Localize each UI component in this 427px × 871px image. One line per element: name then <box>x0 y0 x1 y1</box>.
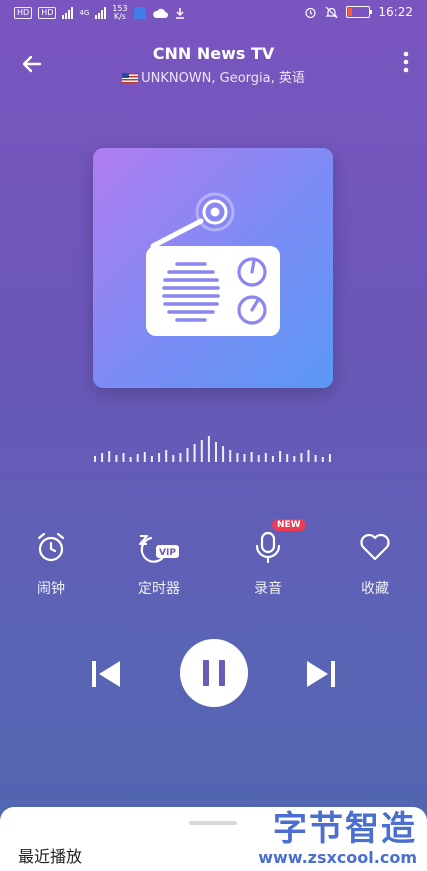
recent-plays-title: 最近播放 <box>18 847 83 866</box>
watermark-text: 字节智造 <box>273 809 417 849</box>
cloud-icon <box>152 8 168 18</box>
waveform-bar <box>108 451 111 462</box>
waveform-bar <box>321 457 324 462</box>
heart-icon <box>360 533 390 561</box>
waveform-bar <box>193 444 196 462</box>
waveform-bar <box>179 453 182 462</box>
waveform-bar <box>300 453 303 462</box>
waveform-bar <box>293 456 296 462</box>
waveform-bar <box>186 448 189 462</box>
waveform-bar <box>94 456 96 462</box>
network-speed: 153 K/s <box>112 5 127 21</box>
waveform-bar <box>207 436 210 462</box>
waveform-bar <box>101 453 104 462</box>
waveform-bar <box>307 450 310 462</box>
playback-controls <box>0 638 427 708</box>
waveform-bar <box>158 453 161 462</box>
waveform-bar <box>229 450 232 462</box>
us-flag-icon <box>122 73 139 83</box>
sleep-timer-vip-icon: VIP <box>139 535 179 563</box>
waveform-bar <box>150 456 153 462</box>
battery-icon <box>346 6 373 18</box>
waveform-bar <box>129 457 132 462</box>
waveform-bar <box>143 452 146 462</box>
pause-icon <box>203 660 209 686</box>
waveform-bar <box>243 454 246 462</box>
waveform-bar <box>115 455 118 462</box>
waveform-bar <box>314 455 317 462</box>
audio-waveform <box>94 436 331 462</box>
waveform-bar <box>279 451 282 462</box>
waveform-bar <box>222 446 225 462</box>
record-label: 录音 <box>254 581 282 597</box>
alarm-label: 闹钟 <box>37 581 65 597</box>
new-badge: NEW <box>272 519 306 531</box>
previous-track-icon[interactable] <box>88 656 124 692</box>
hd-badge: HD <box>14 7 33 19</box>
waveform-bar <box>122 453 125 462</box>
waveform-bar <box>165 450 168 462</box>
alarm-clock-icon <box>37 532 65 562</box>
signal-icon-2 <box>95 7 107 19</box>
favorite-button[interactable]: 收藏 <box>335 530 415 598</box>
waveform-bar <box>236 453 239 462</box>
signal-icon <box>62 7 74 19</box>
status-time: 16:22 <box>378 5 413 19</box>
status-bar: HD HD 4G 153 K/s 16:22 <box>0 0 427 26</box>
vip-badge: VIP <box>159 548 176 558</box>
sleep-timer-button[interactable]: VIP 定时器 <box>119 530 199 598</box>
hd-badge-2: HD <box>38 7 57 19</box>
waveform-bar <box>200 440 203 462</box>
download-icon <box>175 8 184 19</box>
alarm-button[interactable]: 闹钟 <box>11 530 91 598</box>
mute-icon <box>325 6 338 18</box>
alarm-status-icon <box>305 7 317 18</box>
watermark-url: www.zsxcool.com <box>258 848 417 867</box>
waveform-bar <box>257 455 260 462</box>
app-notification-icon <box>133 7 146 19</box>
top-bar: CNN News TV UNKNOWN, Georgia, 英语 <box>0 40 427 90</box>
record-button[interactable]: NEW 录音 <box>228 519 308 598</box>
waveform-bar <box>215 442 217 462</box>
network-type-label: 4G <box>79 9 90 17</box>
pause-button[interactable] <box>180 639 248 707</box>
waveform-bar <box>172 455 175 462</box>
radio-icon <box>146 192 280 336</box>
waveform-bar <box>328 454 331 462</box>
next-track-icon[interactable] <box>303 656 339 692</box>
favorite-label: 收藏 <box>361 581 389 597</box>
timer-label: 定时器 <box>138 581 180 597</box>
station-title: CNN News TV <box>152 44 275 63</box>
microphone-icon <box>255 531 281 564</box>
waveform-bar <box>286 454 289 462</box>
watermark-logo: 字节智造 www.zsxcool.com <box>258 809 417 867</box>
speed-unit: K/s <box>113 12 126 21</box>
recent-plays-sheet[interactable]: 最近播放 字节智造 www.zsxcool.com <box>0 807 427 871</box>
waveform-bar <box>250 452 253 462</box>
waveform-bar <box>271 456 274 462</box>
waveform-bar <box>136 454 139 462</box>
waveform-bar <box>264 453 267 462</box>
station-cover-art <box>93 148 333 388</box>
station-subtitle: UNKNOWN, Georgia, 英语 <box>0 67 427 86</box>
more-options-icon[interactable] <box>399 50 413 74</box>
pause-icon-bar <box>219 660 225 686</box>
sheet-drag-handle[interactable] <box>189 821 237 825</box>
station-location: UNKNOWN, Georgia, 英语 <box>141 71 305 86</box>
